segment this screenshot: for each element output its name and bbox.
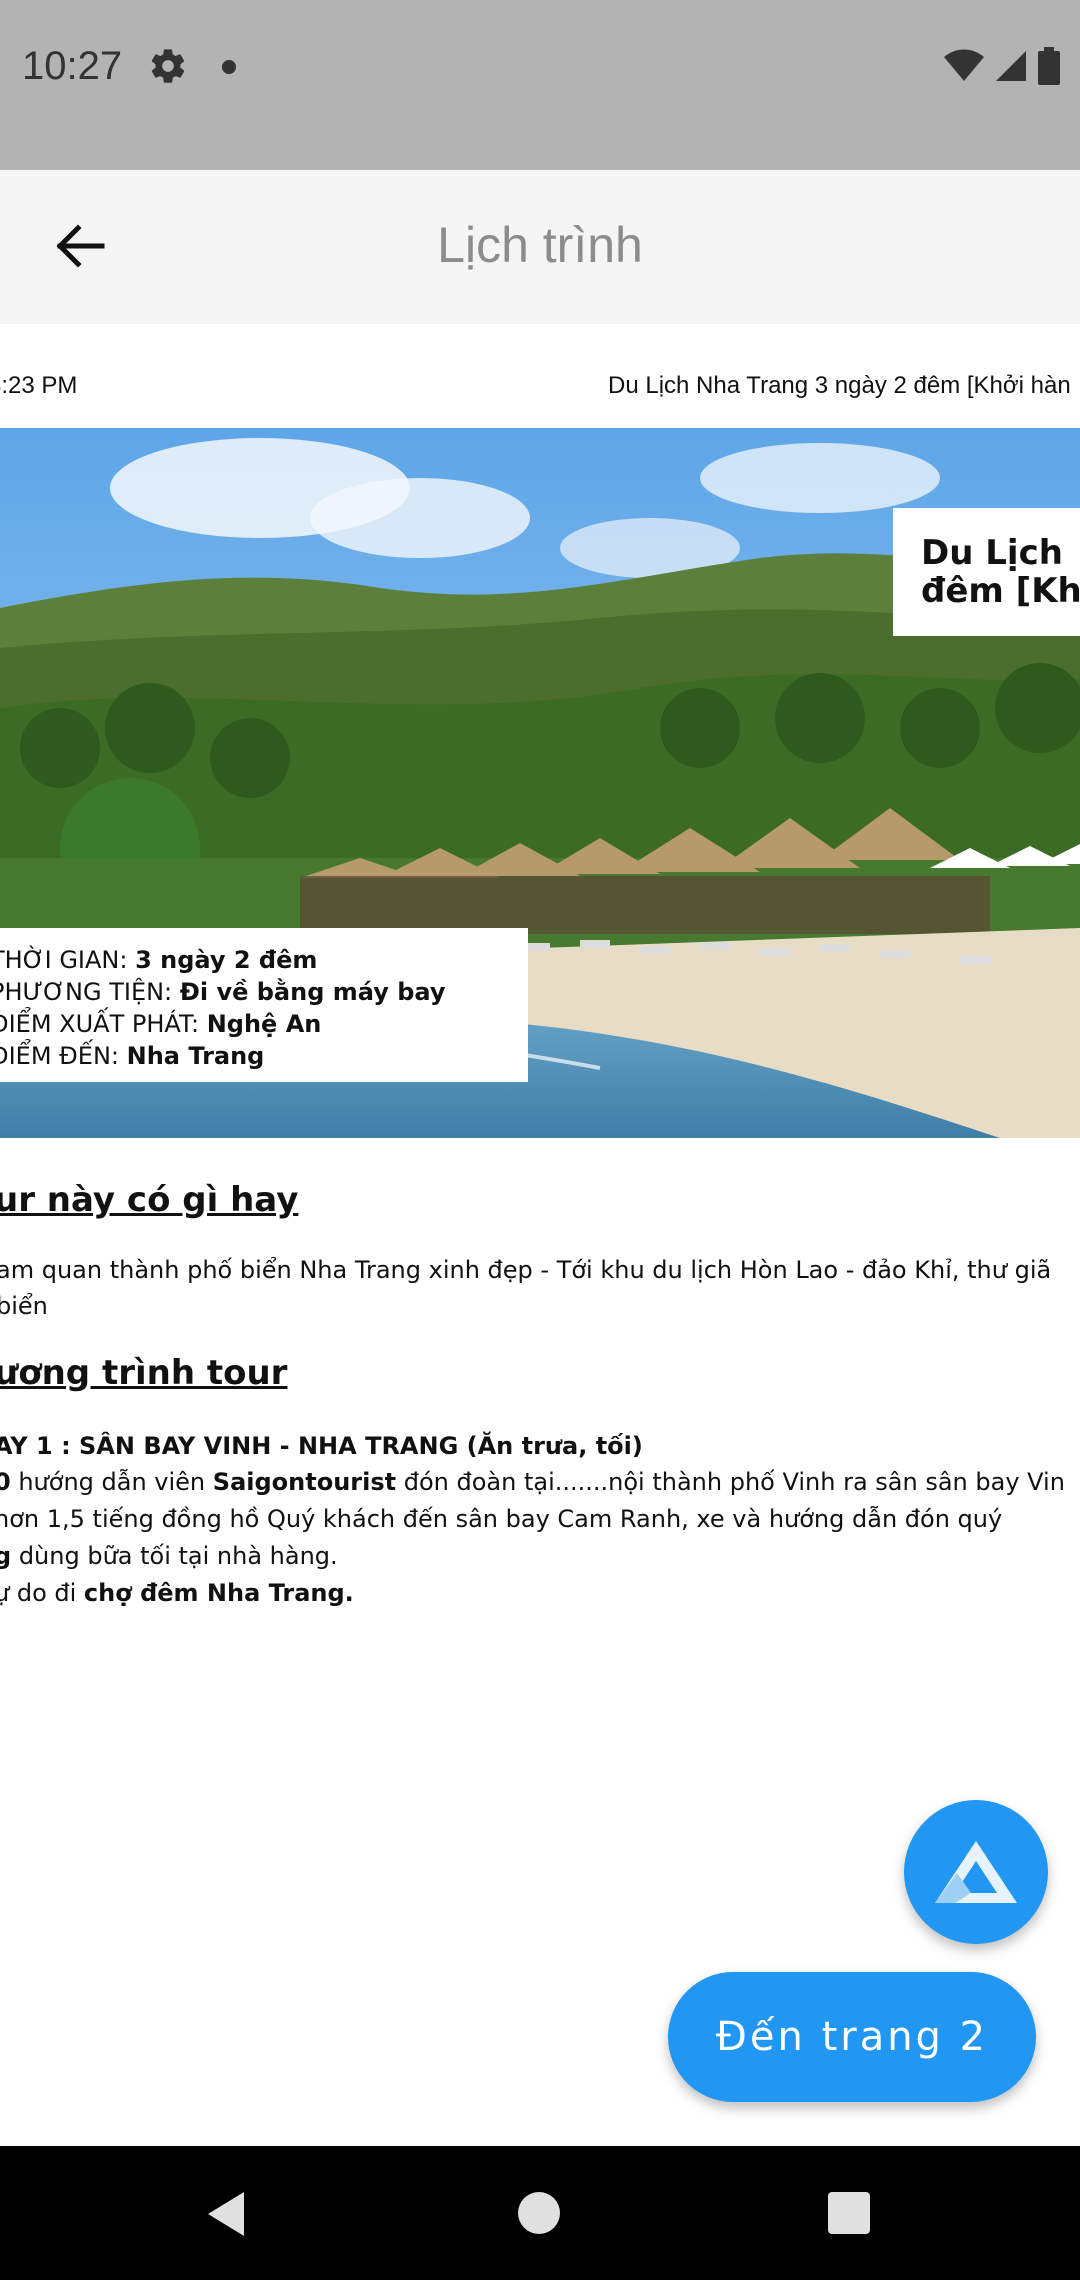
notification-dot-icon [222, 60, 236, 74]
page-title: Lịch trình [437, 217, 643, 273]
info-duration: THỜI GIAN: 3 ngày 2 đêm [0, 946, 318, 974]
paragraph-line: 0 hướng dẫn viên Saigontourist đón đoàn … [0, 1468, 1065, 1496]
nav-home-icon[interactable] [518, 2192, 560, 2234]
paragraph-line: hơn 1,5 tiếng đồng hồ Quý khách đến sân … [0, 1505, 1003, 1533]
battery-icon [1038, 47, 1060, 85]
wifi-icon [944, 49, 984, 81]
day1-heading: AY 1 : SÂN BAY VINH - NHA TRANG (Ăn trưa… [0, 1432, 643, 1460]
next-page-button[interactable]: Đến trang 2 [668, 1972, 1036, 2102]
status-bar: 10:27 [0, 0, 1080, 170]
app-bar: Lịch trình [0, 170, 1080, 324]
info-destination: ĐIỂM ĐẾN: Nha Trang [0, 1042, 265, 1070]
signal-icon [996, 51, 1026, 81]
app-logo-icon [935, 1841, 1017, 1903]
paragraph-line: g dùng bữa tối tại nhà hàng. [0, 1542, 338, 1570]
hero-banner: Du Lịch đêm [Kh THỜI GIAN: 3 ngày 2 đêm … [0, 428, 1080, 1138]
section-heading-program: ương trình tour [0, 1353, 288, 1393]
section-heading-highlights: ur này có gì hay [0, 1180, 299, 1220]
hero-title-line: đêm [Kh [921, 571, 1080, 611]
hero-title-line: Du Lịch [921, 533, 1063, 573]
gear-icon [151, 49, 185, 83]
hero-title-box: Du Lịch đêm [Kh [893, 508, 1080, 636]
status-icons [944, 44, 1060, 88]
nav-back-icon[interactable] [204, 2190, 248, 2238]
print-header: 3:23 PM Du Lịch Nha Trang 3 ngày 2 đêm [… [0, 324, 1080, 428]
paragraph-line: ự do đi chợ đêm Nha Trang. [0, 1579, 354, 1607]
paragraph-line: biển [0, 1292, 48, 1320]
print-page-title: Du Lịch Nha Trang 3 ngày 2 đêm [Khởi hàn [608, 372, 1071, 399]
status-time: 10:27 [22, 44, 123, 88]
navigation-bar [0, 2146, 1080, 2280]
print-date: 3:23 PM [0, 372, 78, 399]
nav-recents-icon[interactable] [828, 2192, 870, 2234]
info-departure: ĐIỂM XUẤT PHÁT: Nghệ An [0, 1010, 322, 1038]
logo-fab-button[interactable] [904, 1800, 1048, 1944]
paragraph-line: am quan thành phố biển Nha Trang xinh đẹ… [0, 1256, 1052, 1284]
info-transport: PHƯƠNG TIỆN: Đi về bằng máy bay [0, 978, 446, 1006]
tour-info-box: THỜI GIAN: 3 ngày 2 đêm PHƯƠNG TIỆN: Đi … [0, 928, 528, 1082]
